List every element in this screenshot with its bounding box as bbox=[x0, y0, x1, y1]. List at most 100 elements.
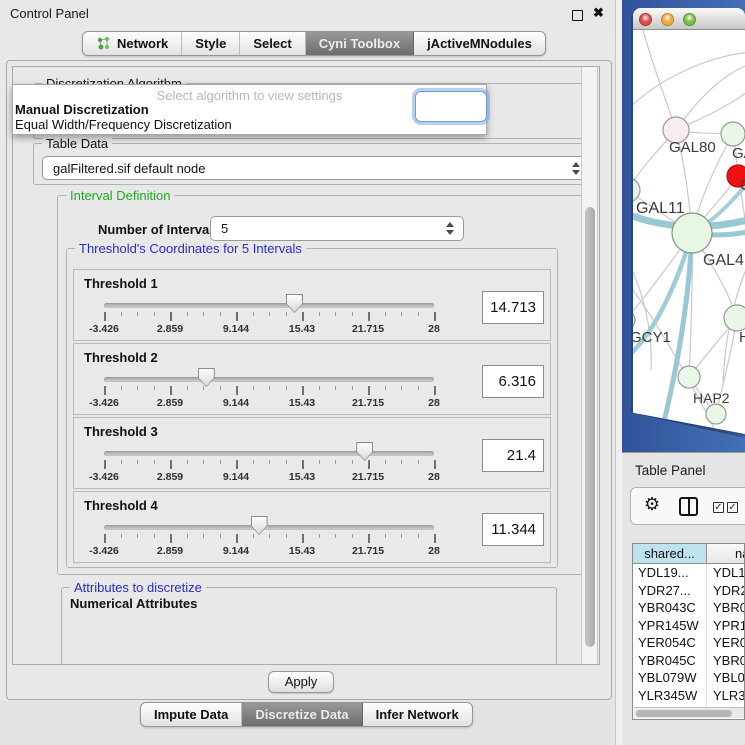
tick-mark bbox=[236, 534, 238, 543]
table-row[interactable]: YBL079WYBL0 bbox=[633, 669, 744, 687]
network-edge[interactable] bbox=[633, 260, 651, 370]
threshold-value-field[interactable]: 6.316 bbox=[482, 365, 544, 398]
network-edge[interactable] bbox=[633, 52, 745, 110]
tab-label: jActiveMNodules bbox=[427, 36, 532, 51]
tab-jactivemnodules[interactable]: jActiveMNodules bbox=[414, 32, 545, 55]
tab-label: Impute Data bbox=[154, 707, 228, 722]
slider-thumb[interactable] bbox=[356, 442, 373, 461]
threshold-value-field[interactable]: 21.4 bbox=[482, 439, 544, 472]
tick-mark bbox=[121, 312, 122, 316]
network-node[interactable] bbox=[678, 366, 700, 388]
number-of-intervals-combobox[interactable]: 5 bbox=[210, 216, 464, 241]
float-window-icon[interactable] bbox=[572, 10, 583, 21]
tab-discretize-data[interactable]: Discretize Data bbox=[242, 703, 362, 726]
slider-track[interactable] bbox=[104, 451, 434, 456]
network-edge[interactable] bbox=[643, 30, 676, 130]
table-row[interactable]: YBR045CYBR0 bbox=[633, 652, 744, 670]
tab-cyni-toolbox[interactable]: Cyni Toolbox bbox=[306, 32, 414, 55]
zoom-light[interactable] bbox=[683, 13, 696, 26]
tab-select[interactable]: Select bbox=[240, 32, 305, 55]
tick-label: 2.859 bbox=[140, 323, 200, 335]
tick-label: 2.859 bbox=[140, 471, 200, 483]
tick-mark bbox=[319, 460, 320, 464]
table-horizontal-scrollbar[interactable] bbox=[634, 707, 745, 718]
top-tab-bar: Network Style SelectCyni Toolbox jActiveMNo… bbox=[82, 31, 546, 56]
tick-mark bbox=[368, 312, 370, 321]
tab-network[interactable]: Network bbox=[83, 32, 182, 55]
tick-label: 9.144 bbox=[206, 397, 266, 409]
network-window-titlebar[interactable] bbox=[633, 8, 745, 30]
network-node[interactable] bbox=[721, 122, 745, 146]
gear-icon[interactable]: ⚙ bbox=[644, 494, 660, 515]
close-light[interactable] bbox=[639, 13, 652, 26]
tick-mark bbox=[137, 460, 138, 464]
tick-mark bbox=[121, 386, 122, 390]
slider-thumb[interactable] bbox=[251, 516, 268, 535]
tick-mark bbox=[187, 460, 188, 464]
network-node[interactable] bbox=[724, 305, 745, 331]
network-canvas[interactable]: GAL80GACGAL11GAL4GCY1HHAP2 bbox=[633, 30, 745, 434]
checkbox-icon[interactable]: ✓ bbox=[727, 502, 738, 513]
tab-label: Discretize Data bbox=[255, 707, 348, 722]
tick-mark bbox=[154, 312, 155, 316]
tab-label: Network bbox=[117, 36, 168, 51]
tick-label: -3.426 bbox=[74, 545, 134, 557]
tick-mark bbox=[286, 312, 287, 316]
settings-scroll-viewport: Discretization Algorithm Table Data galF… bbox=[12, 66, 600, 665]
threshold-value-field[interactable]: 14.713 bbox=[482, 291, 544, 324]
slider-track[interactable] bbox=[104, 377, 434, 382]
table-row[interactable]: YBR043CYBR0 bbox=[633, 599, 744, 617]
tick-mark bbox=[187, 312, 188, 316]
algorithm-option[interactable]: Manual Discretization bbox=[15, 102, 149, 116]
node-label: HAP2 bbox=[693, 390, 730, 406]
table-row[interactable]: YLR345WYLR3 bbox=[633, 687, 744, 705]
threshold-label: Threshold 2 bbox=[84, 350, 158, 365]
network-node[interactable] bbox=[672, 213, 712, 253]
panel-divider[interactable] bbox=[615, 0, 622, 745]
tab-label: Style bbox=[195, 36, 226, 51]
table-data-combobox[interactable]: galFiltered.sif default node bbox=[42, 156, 590, 180]
tick-label: 28 bbox=[404, 471, 464, 483]
slider-track[interactable] bbox=[104, 303, 434, 308]
scrollbar-thumb[interactable] bbox=[636, 710, 732, 717]
tab-impute-data[interactable]: Impute Data bbox=[141, 703, 242, 726]
slider-track[interactable] bbox=[104, 525, 434, 530]
scrollbar-thumb[interactable] bbox=[585, 207, 595, 647]
tab-infer-network[interactable]: Infer Network bbox=[363, 703, 472, 726]
network-node[interactable] bbox=[706, 404, 726, 424]
table-cell: YPR1 bbox=[707, 617, 744, 635]
tick-mark bbox=[154, 534, 155, 538]
split-columns-icon[interactable] bbox=[679, 497, 698, 516]
checkbox-icon[interactable]: ✓ bbox=[713, 502, 724, 513]
table-data-combobox-value: galFiltered.sif default node bbox=[43, 161, 567, 176]
table-row[interactable]: YDR27...YDR2 bbox=[633, 582, 744, 600]
tab-style[interactable]: Style bbox=[182, 32, 240, 55]
table-header-shared-name[interactable]: shared... bbox=[633, 544, 707, 563]
threshold-label: Threshold 1 bbox=[84, 276, 158, 291]
apply-button[interactable]: Apply bbox=[268, 671, 334, 693]
algorithm-combobox[interactable] bbox=[415, 91, 487, 122]
table-cell: YPR145W bbox=[633, 617, 707, 635]
algorithm-option[interactable]: Equal Width/Frequency Discretization bbox=[15, 117, 232, 131]
node-label: GAL4 bbox=[703, 252, 744, 269]
table-row[interactable]: YER054CYER0 bbox=[633, 634, 744, 652]
node-label: GAL11 bbox=[636, 200, 685, 217]
network-edge[interactable] bbox=[676, 64, 745, 130]
tick-mark bbox=[302, 312, 304, 321]
tick-label: 28 bbox=[404, 397, 464, 409]
close-icon[interactable]: ✖ bbox=[593, 5, 604, 21]
minimize-light[interactable] bbox=[661, 13, 674, 26]
network-node[interactable] bbox=[633, 310, 635, 330]
slider-ticks bbox=[104, 460, 436, 470]
slider-thumb[interactable] bbox=[198, 368, 215, 387]
tick-mark bbox=[170, 312, 172, 321]
table-row[interactable]: YPR145WYPR1 bbox=[633, 617, 744, 635]
table-row[interactable]: YDL19...YDL1 bbox=[633, 564, 744, 582]
number-of-intervals-value: 5 bbox=[211, 221, 441, 236]
tick-mark bbox=[269, 312, 270, 316]
table-header-name[interactable]: na bbox=[707, 544, 744, 563]
threshold-panel: Threshold 4 -3.4262.8599.14415.4321.7152… bbox=[73, 491, 551, 563]
slider-thumb[interactable] bbox=[286, 294, 303, 313]
settings-vertical-scrollbar[interactable] bbox=[581, 67, 598, 665]
threshold-value-field[interactable]: 11.344 bbox=[482, 513, 544, 546]
